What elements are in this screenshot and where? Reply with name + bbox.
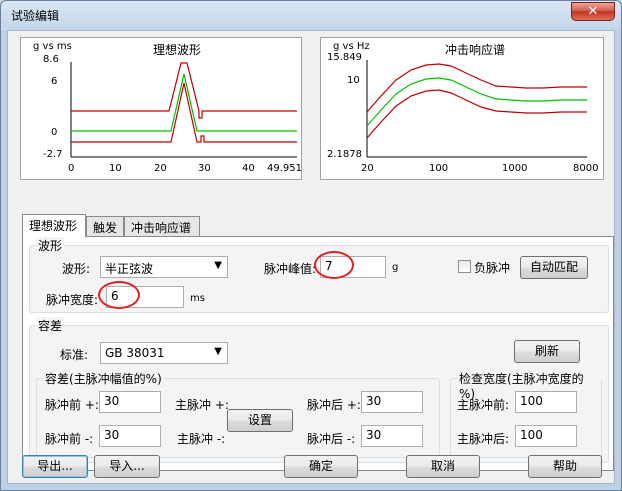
pulse-width-label: 脉冲宽度: bbox=[46, 293, 99, 307]
help-button[interactable]: 帮助 bbox=[528, 455, 602, 478]
peak-highlight-circle bbox=[314, 251, 354, 279]
ideal-unit-label: g vs ms bbox=[33, 41, 72, 52]
pre-minus-label: 脉冲前 -: bbox=[45, 432, 94, 446]
srs-x-tick: 1000 bbox=[502, 163, 528, 174]
srs-svg bbox=[366, 60, 587, 158]
srs-chart: g vs Hz 冲击响应谱 15.849 10 2.1878 20 100 10… bbox=[320, 37, 604, 180]
post-minus-input[interactable]: 30 bbox=[361, 425, 423, 447]
main-pre-input[interactable]: 100 bbox=[515, 391, 577, 413]
ideal-waveform-svg bbox=[70, 62, 297, 158]
export-button[interactable]: 导出... bbox=[22, 455, 88, 478]
ideal-y-tick: 6 bbox=[51, 76, 58, 87]
close-button[interactable]: ✕ bbox=[571, 2, 615, 21]
main-pre-label: 主脉冲前: bbox=[457, 398, 510, 412]
chevron-down-icon: ▼ bbox=[214, 346, 222, 357]
pulse-width-unit: ms bbox=[190, 293, 205, 304]
waveform-shape-select[interactable]: 半正弦波 ▼ bbox=[100, 256, 228, 278]
ideal-y-tick: 0 bbox=[51, 127, 58, 138]
tolerance-group: 容差 标准: GB 38031 ▼ 刷新 容差(主脉冲幅值的%) 脉冲前 +: … bbox=[29, 317, 609, 463]
ideal-x-tick: 49.951 bbox=[267, 163, 302, 174]
ideal-x-tick: 40 bbox=[242, 163, 255, 174]
srs-nominal-line bbox=[366, 77, 587, 127]
tab-page-ideal-waveform: 波形 波形: 半正弦波 ▼ 脉冲峰值: 7 g 负脉冲 自动匹配 脉冲宽度: 6… bbox=[22, 236, 614, 471]
srs-unit-label: g vs Hz bbox=[333, 41, 370, 52]
peak-label: 脉冲峰值: bbox=[264, 262, 317, 276]
srs-chart-title: 冲击响应谱 bbox=[445, 43, 506, 57]
pre-plus-label: 脉冲前 +: bbox=[45, 398, 99, 412]
peak-unit: g bbox=[392, 262, 399, 273]
waveform-shape-value: 半正弦波 bbox=[105, 262, 154, 276]
standard-value: GB 38031 bbox=[105, 346, 165, 360]
standard-select[interactable]: GB 38031 ▼ bbox=[100, 342, 228, 364]
main-minus-label: 主脉冲 -: bbox=[177, 432, 226, 446]
ideal-y-tick: 8.6 bbox=[43, 54, 59, 65]
main-plus-label: 主脉冲 +: bbox=[175, 398, 229, 412]
title-bar[interactable]: 试验编辑 ✕ bbox=[1, 1, 621, 29]
ideal-upper-tolerance-line bbox=[71, 62, 297, 119]
chevron-down-icon: ▼ bbox=[214, 260, 222, 271]
waveform-shape-label: 波形: bbox=[62, 262, 91, 276]
post-plus-input[interactable]: 30 bbox=[361, 391, 423, 413]
pre-minus-input[interactable]: 30 bbox=[99, 425, 161, 447]
pre-plus-input[interactable]: 30 bbox=[99, 391, 161, 413]
srs-y-tick: 10 bbox=[347, 75, 360, 86]
tab-srs[interactable]: 冲击响应谱 bbox=[124, 216, 200, 236]
srs-x-tick: 100 bbox=[429, 163, 449, 174]
waveform-group: 波形 波形: 半正弦波 ▼ 脉冲峰值: 7 g 负脉冲 自动匹配 脉冲宽度: 6… bbox=[29, 237, 609, 313]
ideal-chart-title: 理想波形 bbox=[153, 43, 202, 57]
width-check-group: 检查宽度(主脉冲宽度的 %) 主脉冲前: 100 主脉冲后: 100 bbox=[450, 370, 602, 458]
ideal-x-tick: 20 bbox=[154, 163, 167, 174]
negative-pulse-label: 负脉冲 bbox=[474, 261, 511, 275]
srs-x-tick: 8000 bbox=[573, 163, 599, 174]
ideal-y-tick: -2.7 bbox=[43, 149, 63, 160]
width-highlight-circle bbox=[98, 281, 140, 309]
close-icon: ✕ bbox=[587, 4, 599, 19]
cancel-button[interactable]: 取消 bbox=[406, 455, 480, 478]
import-button[interactable]: 导入... bbox=[94, 455, 160, 478]
post-plus-label: 脉冲后 +: bbox=[307, 398, 361, 412]
ideal-x-tick: 30 bbox=[198, 163, 211, 174]
ideal-nominal-line bbox=[71, 73, 297, 132]
post-minus-label: 脉冲后 -: bbox=[307, 432, 356, 446]
refresh-button[interactable]: 刷新 bbox=[514, 340, 580, 363]
dialog-window: 试验编辑 ✕ g vs ms 理想波形 8.6 6 0 -2.7 0 10 20… bbox=[0, 0, 622, 491]
main-post-label: 主脉冲后: bbox=[457, 432, 510, 446]
tab-trigger[interactable]: 触发 bbox=[86, 216, 124, 236]
srs-y-tick: 2.1878 bbox=[327, 149, 362, 160]
set-button[interactable]: 设置 bbox=[227, 409, 293, 432]
tolerance-percent-title: 容差(主脉冲幅值的%) bbox=[43, 370, 164, 387]
ideal-x-tick: 0 bbox=[68, 163, 75, 174]
dialog-client: g vs ms 理想波形 8.6 6 0 -2.7 0 10 20 30 40 … bbox=[7, 30, 615, 484]
tab-ideal-waveform[interactable]: 理想波形 bbox=[22, 214, 86, 237]
tolerance-group-title: 容差 bbox=[36, 317, 65, 334]
srs-lower-tolerance-line bbox=[366, 89, 587, 139]
ok-button[interactable]: 确定 bbox=[284, 455, 358, 478]
srs-y-tick: 15.849 bbox=[327, 52, 362, 63]
ideal-waveform-chart: g vs ms 理想波形 8.6 6 0 -2.7 0 10 20 30 40 … bbox=[20, 37, 302, 180]
waveform-group-title: 波形 bbox=[36, 237, 65, 254]
auto-match-button[interactable]: 自动匹配 bbox=[520, 256, 588, 279]
srs-x-tick: 20 bbox=[361, 163, 374, 174]
ideal-x-tick: 10 bbox=[109, 163, 122, 174]
main-post-input[interactable]: 100 bbox=[515, 425, 577, 447]
standard-label: 标准: bbox=[60, 348, 89, 362]
window-title: 试验编辑 bbox=[11, 9, 60, 23]
negative-pulse-checkbox[interactable] bbox=[458, 260, 471, 273]
ideal-lower-tolerance-line bbox=[71, 82, 297, 143]
tolerance-percent-group: 容差(主脉冲幅值的%) 脉冲前 +: 30 脉冲前 -: 30 主脉冲 +: 主… bbox=[36, 370, 440, 458]
